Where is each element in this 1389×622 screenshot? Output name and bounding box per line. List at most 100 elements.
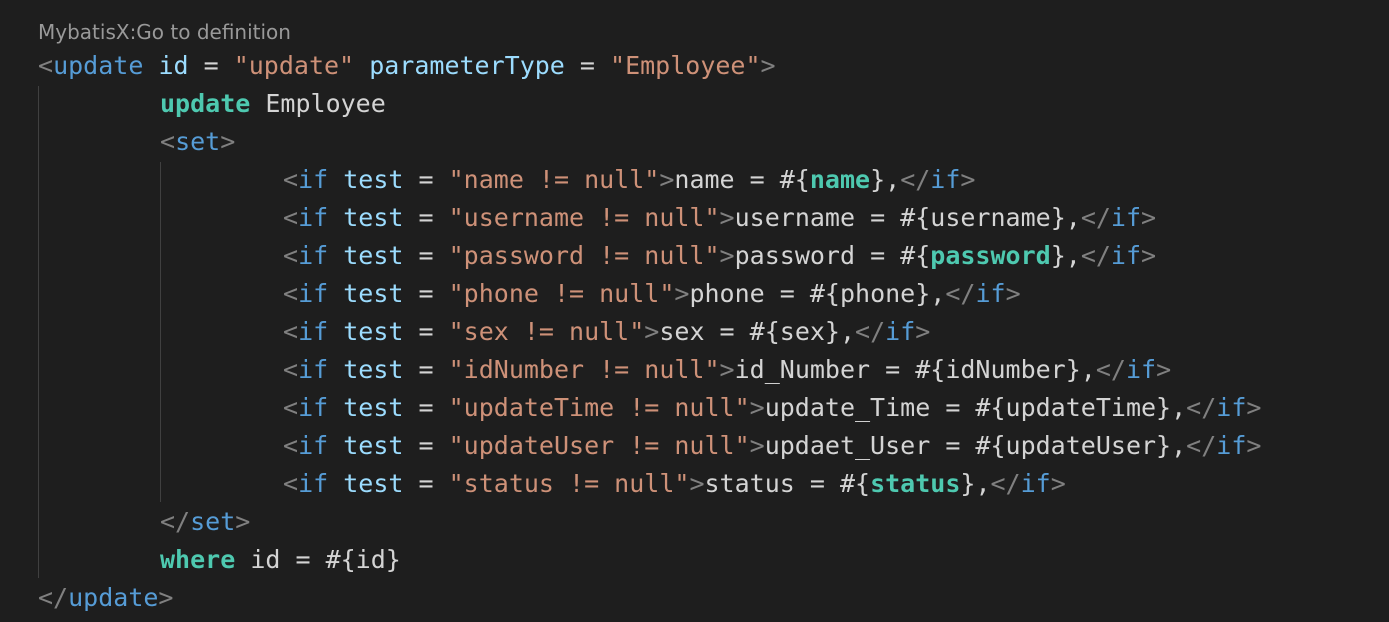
code-line-update-statement: update Employee — [160, 85, 386, 123]
parameter-name: updateUser — [1005, 431, 1157, 460]
attribute-value: "updateUser != null" — [448, 431, 750, 460]
code-line-close-set: </set> — [160, 503, 250, 541]
bracket: </ — [945, 279, 976, 308]
bracket: < — [283, 393, 299, 422]
bracket: < — [283, 165, 299, 194]
equals: = — [403, 279, 449, 308]
bracket: > — [1005, 279, 1021, 308]
bracket: > — [235, 507, 251, 536]
bracket: < — [283, 279, 299, 308]
attribute-name: test — [343, 241, 404, 270]
bracket: < — [283, 203, 299, 232]
bracket: </ — [900, 165, 931, 194]
code-line-open-set: <set> — [160, 123, 235, 161]
bracket: > — [1141, 241, 1157, 270]
bracket: < — [283, 431, 299, 460]
attribute-name: test — [343, 355, 404, 384]
bracket: < — [160, 127, 176, 156]
assignment-end: }, — [824, 317, 856, 346]
attribute-name: test — [343, 317, 404, 346]
code-line-if: <if test = "status != null">status = #{s… — [283, 465, 1066, 503]
assignment-end: }, — [1065, 355, 1096, 384]
assignment: password = #{ — [734, 241, 931, 270]
attribute-value: "name != null" — [448, 165, 660, 194]
bracket: > — [749, 431, 765, 460]
tag-name: if — [885, 317, 916, 346]
tag-name: if — [298, 241, 329, 270]
assignment-end: }, — [1156, 431, 1187, 460]
equals: = — [564, 51, 611, 80]
attribute-name: parameterType — [369, 51, 565, 80]
attribute-value: "idNumber != null" — [448, 355, 720, 384]
assignment: sex = #{ — [659, 317, 780, 346]
equals: = — [403, 393, 449, 422]
bracket: > — [674, 279, 690, 308]
equals: = — [188, 51, 234, 80]
tag-name: set — [175, 127, 221, 156]
code-line-if: <if test = "updateTime != null">update_T… — [283, 389, 1261, 427]
tag-name: if — [930, 165, 961, 194]
sql-keyword: update — [160, 89, 251, 118]
bracket: < — [38, 51, 54, 80]
assignment-end: }, — [1156, 393, 1187, 422]
tag-name: if — [298, 431, 329, 460]
attribute-value: "updateTime != null" — [448, 393, 750, 422]
equals: = — [403, 355, 449, 384]
codelens-go-to-definition[interactable]: MybatisX:Go to definition — [38, 19, 291, 45]
bracket: </ — [990, 469, 1021, 498]
tag-name: if — [298, 317, 329, 346]
bracket: > — [1141, 203, 1157, 232]
bracket: > — [915, 317, 931, 346]
assignment: status = #{ — [704, 469, 871, 498]
bracket: </ — [1080, 203, 1111, 232]
sql-keyword: where — [160, 545, 236, 574]
tag-name: if — [298, 279, 329, 308]
code-line-where: where id = #{id} — [160, 541, 401, 579]
tag-name: if — [975, 279, 1006, 308]
attribute-value: "status != null" — [448, 469, 690, 498]
indent-guide-update — [38, 86, 39, 578]
bracket: > — [719, 355, 735, 384]
equals: = — [403, 469, 449, 498]
tag-name: if — [298, 165, 329, 194]
parameter-name: name — [809, 165, 871, 194]
code-editor[interactable]: MybatisX:Go to definition <update id = "… — [0, 0, 1389, 622]
tag-name: if — [1216, 431, 1247, 460]
tag-name: if — [1216, 393, 1247, 422]
assignment: update_Time = #{ — [764, 393, 1006, 422]
equals: = — [403, 241, 449, 270]
code-line-if: <if test = "phone != null">phone = #{pho… — [283, 275, 1021, 313]
bracket: </ — [38, 583, 69, 612]
code-line-if: <if test = "password != null">password =… — [283, 237, 1156, 275]
parameter-name: idNumber — [945, 355, 1066, 384]
parameter-name: sex — [779, 317, 825, 346]
attribute-name: test — [343, 279, 404, 308]
tag-name: if — [1020, 469, 1051, 498]
parameter-name: password — [930, 241, 1051, 270]
bracket: > — [1246, 431, 1262, 460]
attribute-name: test — [343, 165, 404, 194]
assignment: phone = #{ — [689, 279, 840, 308]
equals: = — [403, 317, 449, 346]
equals: = — [403, 165, 449, 194]
equals: = — [403, 203, 449, 232]
tag-name: update — [68, 583, 159, 612]
assignment: updaet_User = #{ — [764, 431, 1006, 460]
bracket: </ — [855, 317, 886, 346]
assignment-end: }, — [870, 165, 901, 194]
bracket: </ — [1186, 393, 1217, 422]
table-name: Employee — [250, 89, 386, 118]
assignment-end: }, — [1050, 241, 1081, 270]
parameter-name: status — [870, 469, 961, 498]
parameter-name: username — [930, 203, 1051, 232]
attribute-name: test — [343, 203, 404, 232]
equals: = — [403, 431, 449, 460]
tag-name: if — [298, 355, 329, 384]
attribute-value: "Employee" — [610, 51, 761, 80]
bracket: > — [158, 583, 174, 612]
bracket: > — [220, 127, 236, 156]
bracket: > — [1050, 469, 1066, 498]
tag-name: if — [298, 393, 329, 422]
